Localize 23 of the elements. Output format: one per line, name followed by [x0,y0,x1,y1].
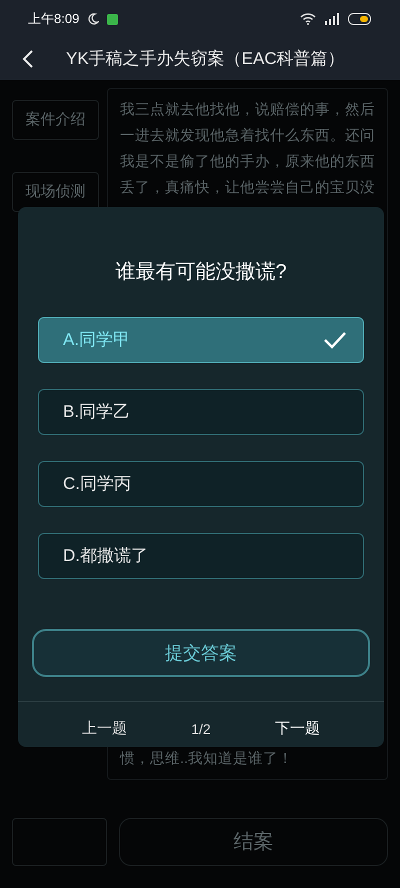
battery-icon [348,13,372,25]
wifi-icon [300,13,316,25]
moon-icon [87,13,100,25]
answer-option[interactable]: A.同学甲 [38,317,364,363]
page-title: YK手稿之手办失窃案（EAC科普篇） [66,48,345,70]
story-line: 丢了，真痛快，让他尝尝自己的宝贝没 [120,178,375,198]
answer-option[interactable]: D.都撒谎了 [38,533,364,579]
story-line: 惯，思维..我知道是谁了！ [120,750,294,769]
question-text: 谁最有可能没撒谎? [115,260,287,285]
back-icon [22,49,34,69]
submit-button[interactable]: 提交答案 [32,629,370,677]
check-icon [323,331,347,349]
previous-button[interactable]: 上一题 [82,718,128,740]
next-button[interactable]: 下一题 [274,718,320,740]
story-line: 一进去就发现他急着找什么东西。还问 [120,126,375,146]
app-notification-icon [107,14,118,24]
signal-icon [324,13,340,25]
answer-option[interactable]: C.同学丙 [38,461,364,507]
answer-option[interactable]: B.同学乙 [38,389,364,435]
story-line: 我三点就去他找他，说赔偿的事，然后 [120,101,375,120]
page-indicator: 1/2 [191,720,211,739]
status-time: 上午8:09 [28,10,80,28]
story-line: 我是不是偷了他的手办，原来他的东西 [120,152,375,172]
